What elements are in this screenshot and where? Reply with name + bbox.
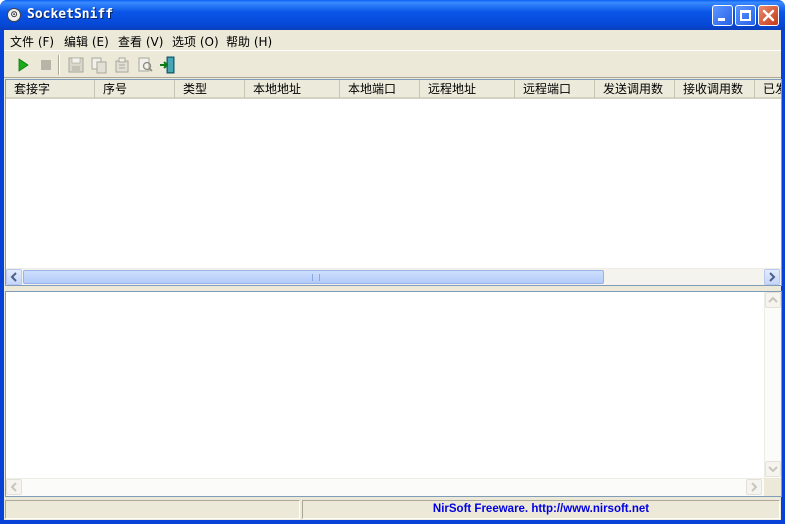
toolbar [4, 50, 781, 78]
find-icon[interactable] [136, 56, 154, 74]
scroll-down-button[interactable] [765, 461, 781, 477]
chevron-right-icon [769, 272, 776, 282]
main-window: ⊙ SocketSniff 文件 (F) 编辑 (E) 查看 (V) 选项 (O… [0, 0, 785, 524]
scroll-right-button[interactable] [764, 269, 780, 285]
chevron-down-icon [768, 466, 778, 473]
column-headers: 套接字 序号 类型 本地地址 本地端口 远程地址 远程端口 发送调用数 接收调用… [6, 80, 781, 99]
menu-bar: 文件 (F) 编辑 (E) 查看 (V) 选项 (O) 帮助 (H) [4, 30, 781, 50]
scroll-right-button[interactable] [746, 479, 762, 495]
minimize-button[interactable] [712, 5, 733, 26]
menu-file[interactable]: 文件 (F) [10, 33, 54, 50]
toolbar-separator [58, 55, 60, 75]
play-icon[interactable] [14, 56, 32, 74]
status-bar: NirSoft Freeware. http://www.nirsoft.net [4, 498, 781, 520]
column-header[interactable]: 序号 [95, 80, 175, 98]
menu-options[interactable]: 选项 (O) [172, 33, 219, 50]
status-panel-right: NirSoft Freeware. http://www.nirsoft.net [302, 500, 780, 519]
column-header[interactable]: 远程地址 [420, 80, 515, 98]
window-title: SocketSniff [27, 7, 114, 22]
title-bar[interactable]: ⊙ SocketSniff [0, 0, 785, 30]
column-header[interactable]: 已发 [755, 80, 781, 98]
column-header[interactable]: 发送调用数 [595, 80, 675, 98]
column-header[interactable]: 本地端口 [340, 80, 420, 98]
column-header[interactable]: 远程端口 [515, 80, 595, 98]
scroll-thumb[interactable] [23, 270, 604, 284]
menu-edit[interactable]: 编辑 (E) [64, 33, 109, 50]
column-header[interactable]: 本地地址 [245, 80, 340, 98]
column-header[interactable]: 套接字 [6, 80, 95, 98]
maximize-button[interactable] [735, 5, 756, 26]
chevron-up-icon [768, 296, 778, 303]
close-icon [762, 9, 775, 22]
scrollbar-corner [764, 478, 781, 496]
details-pane[interactable] [5, 291, 782, 497]
menu-help[interactable]: 帮助 (H) [226, 33, 272, 50]
app-icon[interactable]: ⊙ [7, 8, 21, 22]
properties-icon[interactable] [113, 56, 131, 74]
exit-icon[interactable] [159, 56, 177, 74]
chevron-left-icon [10, 272, 17, 282]
details-horizontal-scrollbar[interactable] [6, 478, 764, 496]
menu-view[interactable]: 查看 (V) [118, 33, 163, 50]
copy-icon[interactable] [90, 56, 108, 74]
close-button[interactable] [758, 5, 779, 26]
sockets-list[interactable]: 套接字 序号 类型 本地地址 本地端口 远程地址 远程端口 发送调用数 接收调用… [5, 79, 782, 286]
minimize-icon [718, 18, 725, 21]
scroll-up-button[interactable] [765, 292, 781, 308]
scroll-left-button[interactable] [6, 479, 22, 495]
maximize-icon [740, 10, 751, 21]
chevron-left-icon [10, 482, 17, 492]
status-panel-left [5, 500, 300, 519]
client-area: 文件 (F) 编辑 (E) 查看 (V) 选项 (O) 帮助 (H) 套接字 序… [4, 30, 782, 520]
chevron-right-icon [751, 482, 758, 492]
column-header[interactable]: 接收调用数 [675, 80, 755, 98]
details-vertical-scrollbar[interactable] [764, 292, 781, 478]
column-header[interactable]: 类型 [175, 80, 245, 98]
list-horizontal-scrollbar[interactable] [6, 268, 781, 285]
save-icon[interactable] [67, 56, 85, 74]
scroll-left-button[interactable] [6, 269, 22, 285]
grip-icon [312, 274, 320, 281]
stop-icon[interactable] [37, 56, 55, 74]
status-text: NirSoft Freeware. http://www.nirsoft.net [432, 503, 650, 515]
